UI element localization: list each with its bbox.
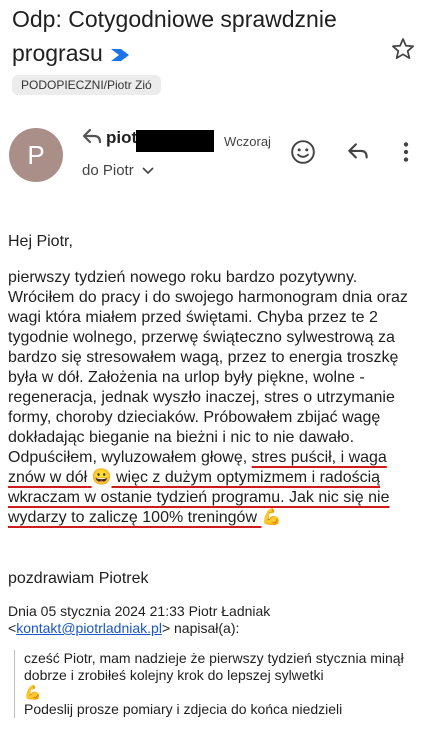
smile-emoji: 😀 bbox=[91, 469, 112, 486]
chevron-down-icon[interactable] bbox=[142, 162, 154, 179]
quote-line: Podeslij prosze pomiary i zdjecia do koń… bbox=[24, 701, 343, 717]
label-chip[interactable]: PODOPIECZNI/Piotr Zió bbox=[12, 75, 161, 95]
more-options-icon[interactable] bbox=[393, 139, 419, 165]
subject-text: Odp: Cotygodniowe sprawdznie prograsu bbox=[12, 6, 337, 66]
recipient-line[interactable]: do Piotr bbox=[82, 162, 154, 179]
important-marker-icon[interactable] bbox=[109, 38, 131, 72]
recipient-text: do Piotr bbox=[82, 162, 134, 179]
quote-emoji: 💪 bbox=[24, 684, 42, 700]
star-icon[interactable] bbox=[390, 36, 416, 62]
email-link[interactable]: kontakt@piotrladniak.pl bbox=[16, 620, 162, 636]
muscle-emoji: 💪 bbox=[261, 509, 282, 526]
signoff: pozdrawiam Piotrek bbox=[8, 570, 149, 587]
quote-header-end: > napisał(a): bbox=[161, 620, 240, 636]
redaction-bar bbox=[136, 130, 214, 152]
message-paragraph: pierwszy tydzień nowego roku bardzo pozy… bbox=[8, 268, 418, 528]
greeting: Hej Piotr, bbox=[8, 233, 73, 250]
sender-avatar[interactable]: P bbox=[9, 128, 63, 182]
reply-icon[interactable] bbox=[345, 139, 371, 165]
quote-line: cześć Piotr, mam nadzieje że pierwszy ty… bbox=[24, 650, 404, 683]
message-text-start: pierwszy tydzień nowego roku bardzo pozy… bbox=[8, 269, 408, 466]
emoji-reaction-icon[interactable] bbox=[290, 139, 316, 165]
message-date: Wczoraj bbox=[224, 134, 271, 149]
email-subject: Odp: Cotygodniowe sprawdznie prograsu bbox=[12, 2, 392, 72]
sender-name: piot bbox=[106, 128, 138, 147]
replied-icon bbox=[82, 128, 102, 144]
quoted-message: cześć Piotr, mam nadzieje że pierwszy ty… bbox=[14, 650, 441, 718]
quote-header: Dnia 05 stycznia 2024 21:33 Piotr Ładnia… bbox=[8, 603, 428, 637]
